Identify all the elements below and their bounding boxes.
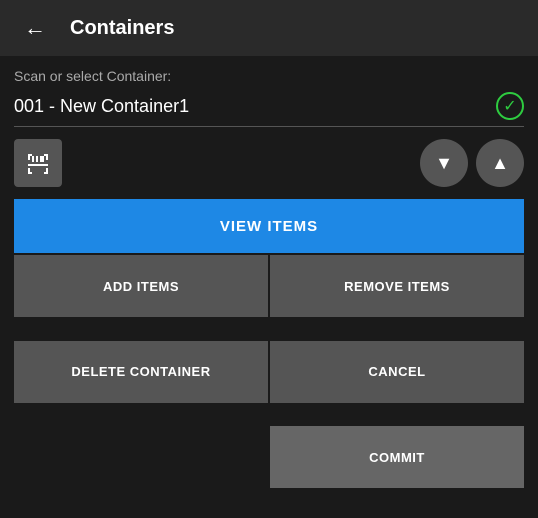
tools-row: ▼ ▲ (14, 139, 524, 187)
main-content: Scan or select Container: 001 - New Cont… (0, 56, 538, 518)
container-row: 001 - New Container1 ✓ (14, 92, 524, 127)
header: ← Containers (0, 0, 538, 56)
container-value: 001 - New Container1 (14, 96, 496, 117)
arrow-up-button[interactable]: ▲ (476, 139, 524, 187)
scan-label: Scan or select Container: (14, 68, 524, 84)
page-title: Containers (70, 17, 174, 40)
arrow-down-icon: ▼ (435, 153, 453, 174)
scanner-icon (25, 150, 51, 176)
btn-grid: ADD ITEMS REMOVE ITEMS DELETE CONTAINER … (14, 255, 524, 510)
arrow-down-button[interactable]: ▼ (420, 139, 468, 187)
check-icon: ✓ (496, 92, 524, 120)
arrow-up-icon: ▲ (491, 153, 509, 174)
cancel-button[interactable]: CANCEL (270, 341, 524, 403)
back-button[interactable]: ← (16, 11, 54, 45)
delete-container-button[interactable]: DELETE CONTAINER (14, 341, 268, 403)
remove-items-button[interactable]: REMOVE ITEMS (270, 255, 524, 317)
scanner-button[interactable] (14, 139, 62, 187)
add-items-button[interactable]: ADD ITEMS (14, 255, 268, 317)
btn-area: VIEW ITEMS ADD ITEMS REMOVE ITEMS DELETE… (14, 199, 524, 510)
back-icon: ← (24, 15, 46, 41)
commit-button[interactable]: COMMIT (270, 426, 524, 488)
view-items-button[interactable]: VIEW ITEMS (14, 199, 524, 253)
